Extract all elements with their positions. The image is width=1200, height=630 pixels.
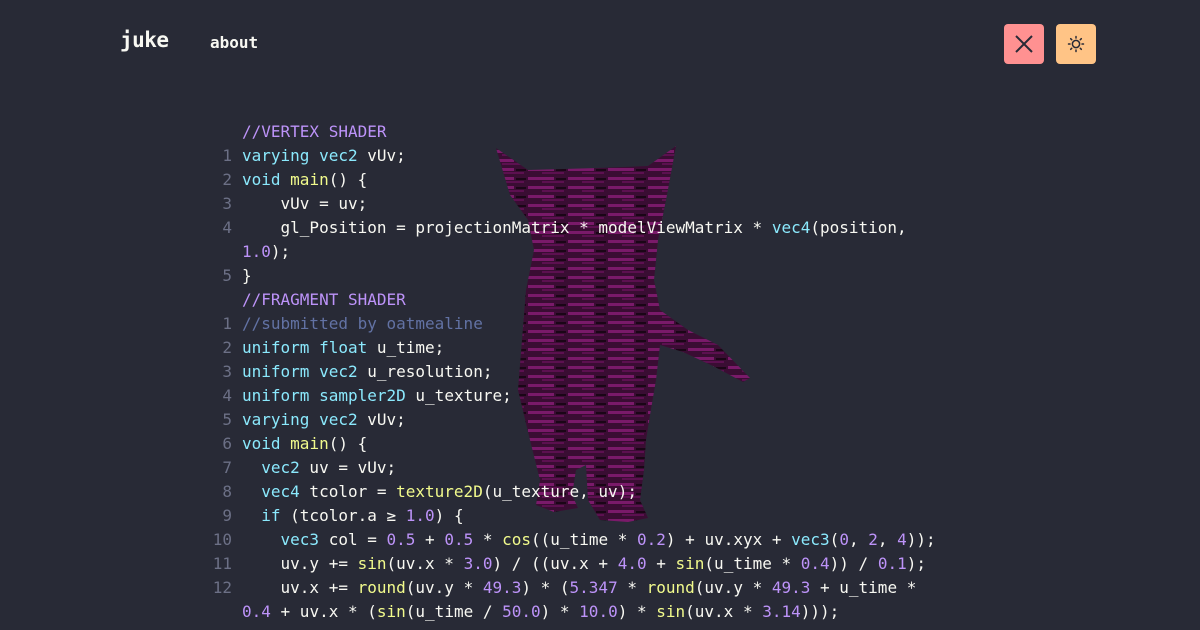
code-line: 12 uv.x += round(uv.y * 49.3) * (5.347 *… [0, 576, 1200, 600]
code-line: 11 uv.y += sin(uv.x * 3.0) / ((uv.x + 4.… [0, 552, 1200, 576]
code-line: 4 gl_Position = projectionMatrix * model… [0, 216, 1200, 240]
code-text: vec3 col = 0.5 + 0.5 * cos((u_time * 0.2… [280, 530, 936, 549]
code-text: //submitted by oatmealine [242, 314, 483, 333]
code-text: uniform vec2 u_resolution; [242, 362, 493, 381]
code-line: 6 void main() { [0, 432, 1200, 456]
line-number: 6 [222, 434, 232, 453]
theme-toggle-button[interactable] [1056, 24, 1096, 64]
code-line: 3 uniform vec2 u_resolution; [0, 360, 1200, 384]
sun-icon [1067, 35, 1085, 53]
code-text: vec2 uv = vUv; [261, 458, 397, 477]
close-button[interactable] [1004, 24, 1044, 64]
code-text: 1.0); [242, 242, 291, 261]
code-text: void main() { [242, 170, 368, 189]
code-line: 8 vec4 tcolor = texture2D(u_texture, uv)… [0, 480, 1200, 504]
code-line: //VERTEX SHADER [0, 120, 1200, 144]
code-text: varying vec2 vUv; [242, 146, 406, 165]
line-number: 1 [222, 314, 232, 333]
code-line: 1.0); [0, 240, 1200, 264]
code-line: 1 varying vec2 vUv; [0, 144, 1200, 168]
site-logo[interactable]: juke [120, 28, 169, 52]
code-line: 10 vec3 col = 0.5 + 0.5 * cos((u_time * … [0, 528, 1200, 552]
code-line: 5 varying vec2 vUv; [0, 408, 1200, 432]
line-number: 11 [212, 554, 232, 573]
line-number: 4 [222, 218, 232, 237]
line-number: 7 [222, 458, 232, 477]
code-line: 2 void main() { [0, 168, 1200, 192]
line-number: 5 [222, 410, 232, 429]
line-number: 9 [222, 506, 232, 525]
nav-link-about[interactable]: about [210, 33, 258, 52]
code-line: 0.4 + uv.x * (sin(u_time / 50.0) * 10.0)… [0, 600, 1200, 624]
code-line: //FRAGMENT SHADER [0, 288, 1200, 312]
code-text: } [242, 266, 252, 285]
code-text: //FRAGMENT SHADER [242, 290, 406, 309]
line-number: 2 [222, 338, 232, 357]
code-line: 9 if (tcolor.a ≥ 1.0) { [0, 504, 1200, 528]
code-text: uniform float u_time; [242, 338, 445, 357]
code-text: varying vec2 vUv; [242, 410, 406, 429]
line-number: 2 [222, 170, 232, 189]
shader-code: //VERTEX SHADER 1 varying vec2 vUv; 2 void… [0, 120, 1200, 624]
line-number: 10 [212, 530, 232, 549]
code-line: 7 vec2 uv = vUv; [0, 456, 1200, 480]
line-number: 3 [222, 362, 232, 381]
code-line: 2 uniform float u_time; [0, 336, 1200, 360]
code-text: gl_Position = projectionMatrix * modelVi… [242, 218, 907, 237]
code-text: //VERTEX SHADER [242, 122, 387, 141]
code-line: 3 vUv = uv; [0, 192, 1200, 216]
top-nav: juke about [0, 0, 1200, 90]
code-text: 0.4 + uv.x * (sin(u_time / 50.0) * 10.0)… [242, 602, 840, 621]
line-number: 12 [212, 578, 232, 597]
close-icon [1015, 35, 1033, 53]
line-number: 1 [222, 146, 232, 165]
code-line: 4 uniform sampler2D u_texture; [0, 384, 1200, 408]
line-number: 5 [222, 266, 232, 285]
code-text: uv.y += sin(uv.x * 3.0) / ((uv.x + 4.0 +… [242, 554, 926, 573]
code-text: vec4 tcolor = texture2D(u_texture, uv); [261, 482, 637, 501]
line-number: 3 [222, 194, 232, 213]
line-number: 8 [222, 482, 232, 501]
code-text: void main() { [242, 434, 368, 453]
code-text: vUv = uv; [242, 194, 368, 213]
line-number: 4 [222, 386, 232, 405]
code-text: uv.x += round(uv.y * 49.3) * (5.347 * ro… [242, 578, 917, 597]
code-text: if (tcolor.a ≥ 1.0) { [261, 506, 464, 525]
code-text: uniform sampler2D u_texture; [242, 386, 512, 405]
code-line: 1 //submitted by oatmealine [0, 312, 1200, 336]
code-line: 5} [0, 264, 1200, 288]
